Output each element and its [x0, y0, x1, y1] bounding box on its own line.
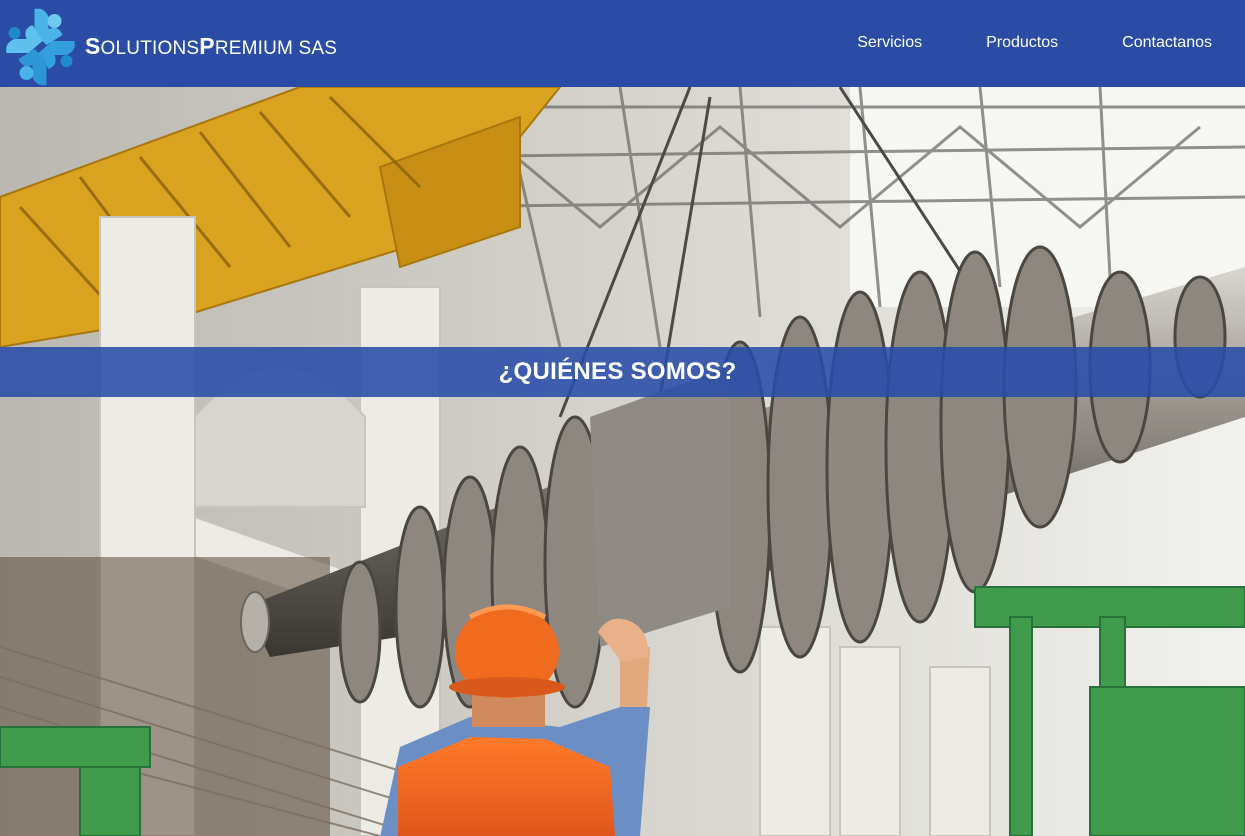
brand-initial-s: S: [85, 33, 101, 59]
top-navbar: SOLUTIONSPREMIUM SAS Servicios Productos…: [0, 0, 1245, 87]
factory-worker-turbine-illustration: [0, 87, 1245, 836]
brand-rest-premium: REMIUM SAS: [214, 38, 338, 59]
quienes-somos-band: ¿QUIÉNES SOMOS?: [0, 347, 1245, 397]
nav-productos-link[interactable]: Productos: [986, 34, 1058, 52]
brand-name[interactable]: SOLUTIONSPREMIUM SAS: [85, 33, 337, 60]
main-nav: Servicios Productos Contactanos: [857, 34, 1212, 52]
nav-contactanos-link[interactable]: Contactanos: [1122, 34, 1212, 52]
puzzle-cross-logo-icon[interactable]: [5, 7, 76, 87]
hero-image: [0, 87, 1245, 836]
brand-initial-p: P: [199, 33, 215, 59]
section-title: ¿QUIÉNES SOMOS?: [498, 358, 737, 385]
brand-rest-solutions: OLUTIONS: [100, 38, 200, 59]
nav-servicios-link[interactable]: Servicios: [857, 34, 922, 52]
